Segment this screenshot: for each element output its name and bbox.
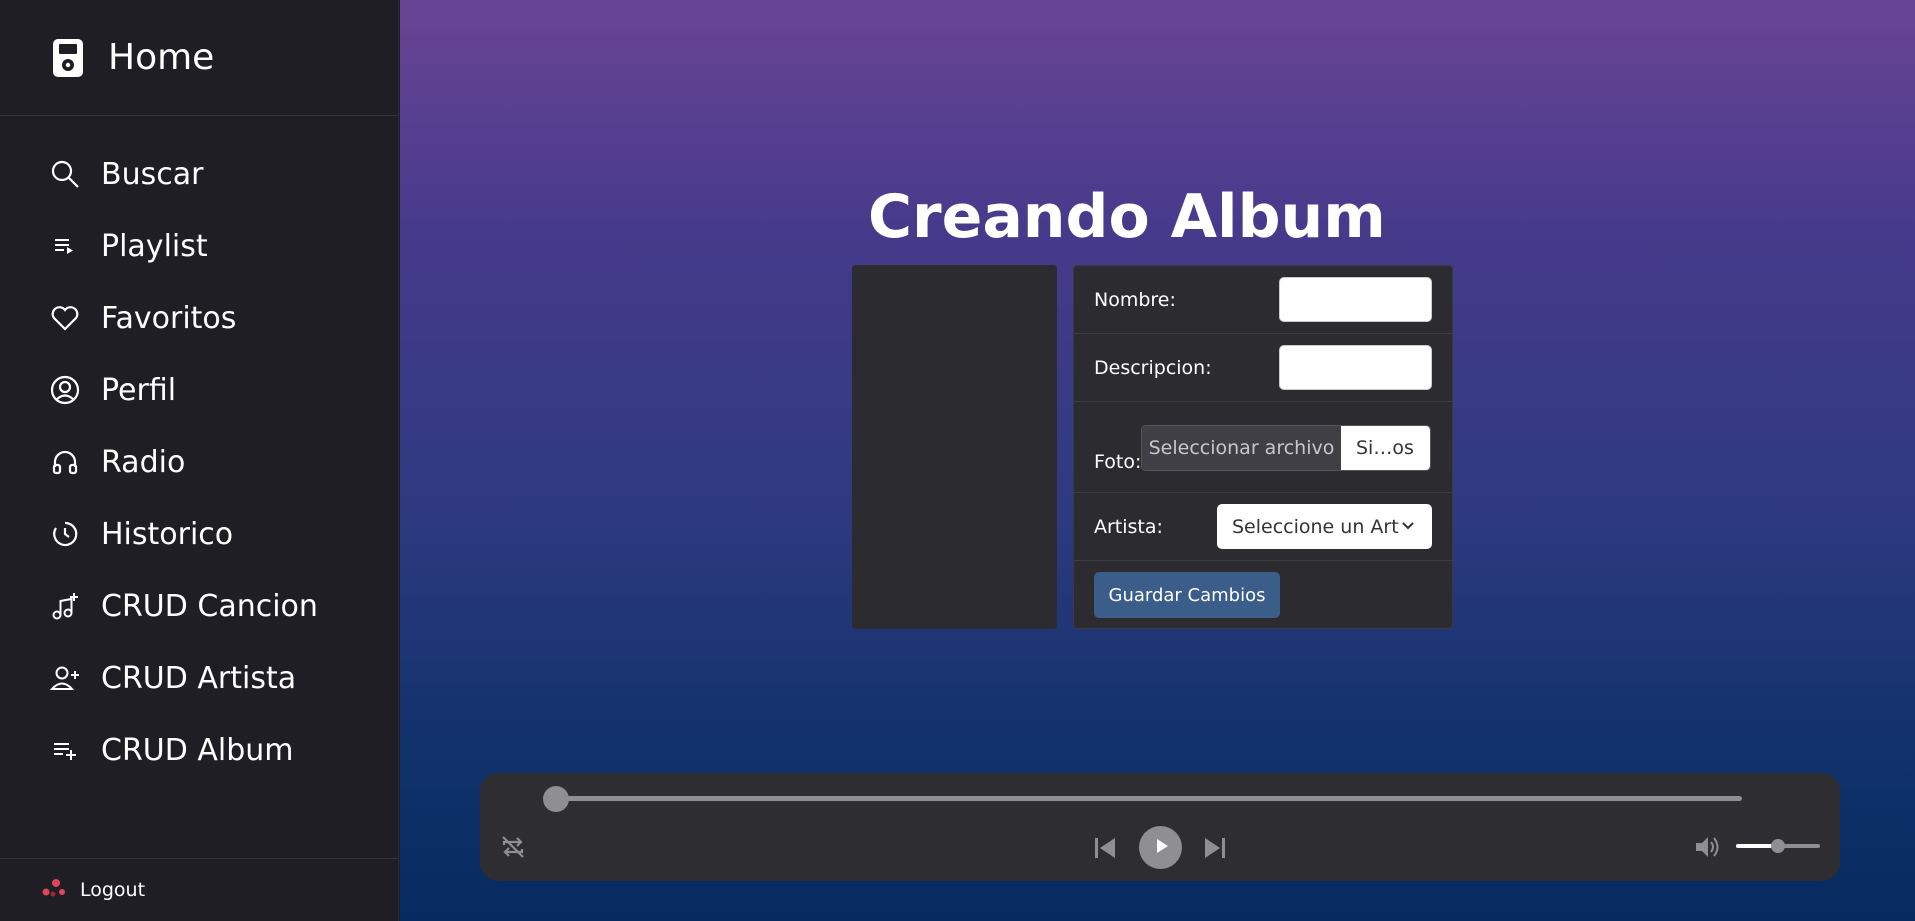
sidebar-item-label: Perfil [101, 372, 177, 408]
sidebar-item-crud-album[interactable]: CRUD Album [0, 714, 398, 786]
chevron-down-icon [1400, 516, 1416, 538]
progress-track[interactable] [552, 796, 1742, 801]
logout-label: Logout [80, 879, 146, 901]
sidebar-item-label: Historico [101, 516, 234, 552]
ipod-icon [50, 38, 86, 78]
user-circle-icon [48, 373, 82, 407]
select-file-button[interactable]: Seleccionar archivo [1142, 426, 1341, 470]
music-player [480, 773, 1840, 881]
sidebar-item-label: CRUD Artista [101, 660, 297, 696]
volume-handle[interactable] [1771, 839, 1785, 853]
sidebar-item-label: Playlist [101, 228, 208, 264]
playlist-icon [48, 229, 82, 263]
artista-select-value: Seleccione un Art [1232, 515, 1399, 538]
sidebar-item-label: Radio [101, 444, 186, 480]
repeat-icon[interactable] [498, 832, 528, 862]
artista-select[interactable]: Seleccione un Art [1217, 504, 1432, 549]
sidebar-item-buscar[interactable]: Buscar [0, 138, 398, 210]
play-button[interactable] [1139, 826, 1182, 869]
heart-icon [48, 301, 82, 335]
foto-label: Foto: [1094, 451, 1142, 473]
headphones-icon [48, 445, 82, 479]
foto-file-input[interactable]: Seleccionar archivo Si…os [1141, 425, 1431, 471]
form-row-nombre: Nombre: [1074, 266, 1452, 334]
volume-icon[interactable] [1692, 832, 1722, 862]
artista-label: Artista: [1094, 515, 1163, 538]
sidebar-item-label: CRUD Album [101, 732, 294, 768]
progress-handle[interactable] [543, 786, 569, 812]
search-icon [48, 157, 82, 191]
nombre-input[interactable] [1279, 277, 1432, 322]
brand-label: Home [108, 37, 215, 78]
sidebar-item-crud-cancion[interactable]: CRUD Cancion [0, 570, 398, 642]
sidebar-nav: Buscar Playlist Favoritos Perfil Radio H… [0, 116, 398, 786]
list-plus-icon [48, 733, 82, 767]
history-icon [48, 517, 82, 551]
nombre-label: Nombre: [1094, 288, 1176, 311]
person-plus-icon [48, 661, 82, 695]
sidebar-item-crud-artista[interactable]: CRUD Artista [0, 642, 398, 714]
album-form: Nombre: Descripcion: Foto: Seleccionar a… [1073, 265, 1453, 629]
album-photo-preview [852, 265, 1057, 629]
main-content: Creando Album Nombre: Descripcion: Foto:… [400, 0, 1915, 921]
sidebar-item-historico[interactable]: Historico [0, 498, 398, 570]
sidebar-brand[interactable]: Home [0, 0, 398, 116]
form-row-descripcion: Descripcion: [1074, 334, 1452, 402]
sidebar-item-radio[interactable]: Radio [0, 426, 398, 498]
descripcion-input[interactable] [1279, 345, 1432, 390]
music-plus-icon [48, 589, 82, 623]
save-button[interactable]: Guardar Cambios [1094, 572, 1280, 618]
sidebar: Home Buscar Playlist Favoritos Perfil Ra… [0, 0, 399, 921]
skip-previous-icon[interactable] [1090, 833, 1120, 863]
selected-file-name: Si…os [1341, 426, 1430, 470]
form-row-foto: Foto: Seleccionar archivo Si…os [1074, 402, 1452, 493]
form-row-artista: Artista: Seleccione un Art [1074, 493, 1452, 561]
sidebar-item-label: Favoritos [101, 300, 237, 336]
sidebar-item-playlist[interactable]: Playlist [0, 210, 398, 282]
sidebar-item-label: CRUD Cancion [101, 588, 318, 624]
sidebar-item-label: Buscar [101, 156, 204, 192]
logout-icon [40, 877, 68, 903]
skip-next-icon[interactable] [1200, 833, 1230, 863]
play-icon [1151, 836, 1171, 860]
sidebar-item-favoritos[interactable]: Favoritos [0, 282, 398, 354]
page-title: Creando Album [868, 182, 1386, 252]
sidebar-item-perfil[interactable]: Perfil [0, 354, 398, 426]
descripcion-label: Descripcion: [1094, 356, 1212, 379]
logout-button[interactable]: Logout [0, 858, 399, 921]
